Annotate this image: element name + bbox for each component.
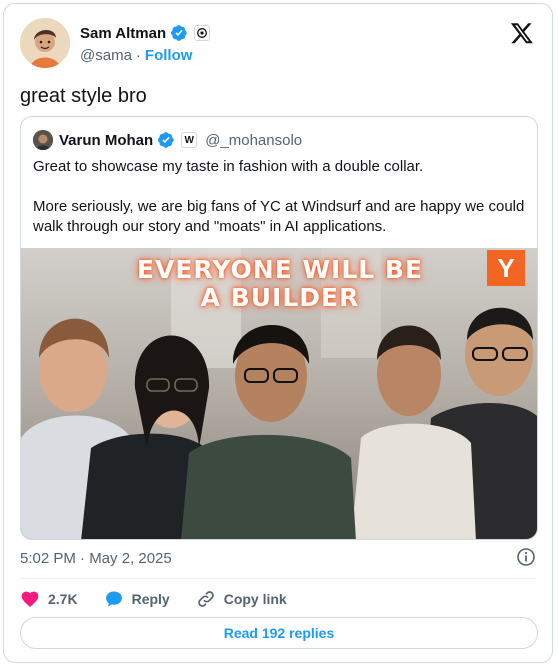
follow-button[interactable]: Follow: [145, 47, 193, 64]
media-headline-line: A BUILDER: [200, 283, 360, 312]
quoted-author-avatar[interactable]: [33, 130, 53, 150]
quoted-author-row: Varun Mohan W @_mohansolo: [59, 131, 302, 149]
quoted-tweet-text: Great to showcase my taste in fashion wi…: [33, 157, 527, 257]
divider: [20, 578, 536, 579]
author-handle[interactable]: @sama: [80, 47, 132, 64]
heart-icon: [21, 591, 39, 607]
separator-dot: ·: [135, 47, 141, 64]
windsurf-affiliate-icon[interactable]: W: [181, 132, 198, 148]
author-avatar[interactable]: [20, 18, 70, 68]
like-button[interactable]: 2.7K: [20, 589, 78, 609]
quoted-author-handle[interactable]: @_mohansolo: [205, 132, 302, 149]
x-logo-icon[interactable]: [510, 21, 534, 45]
copy-link-button[interactable]: Copy link: [196, 589, 287, 609]
author-handle-row: @sama · Follow: [80, 47, 192, 64]
openai-affiliate-icon[interactable]: [194, 25, 211, 41]
quoted-paragraph: More seriously, we are big fans of YC at…: [33, 198, 525, 235]
quoted-media-image[interactable]: EVERYONE WILL BE A BUILDER Y: [21, 248, 537, 539]
action-bar: 2.7K Reply Copy link: [20, 588, 313, 610]
reply-label: Reply: [131, 591, 170, 607]
tweet-timestamp[interactable]: 5:02 PM · May 2, 2025: [20, 550, 172, 567]
link-icon: [197, 591, 214, 607]
verified-badge-icon: [158, 132, 174, 148]
reply-button[interactable]: Reply: [104, 589, 170, 609]
reply-bubble-icon: [105, 591, 122, 607]
media-headline-line: EVERYONE WILL BE: [136, 255, 424, 284]
quoted-paragraph: Great to showcase my taste in fashion wi…: [33, 158, 424, 175]
info-icon[interactable]: [516, 547, 536, 567]
verified-badge-icon: [171, 25, 187, 41]
read-replies-button[interactable]: Read 192 replies: [20, 617, 538, 649]
author-name[interactable]: Sam Altman: [80, 25, 166, 42]
author-name-row[interactable]: Sam Altman: [80, 24, 211, 42]
media-headline: EVERYONE WILL BE A BUILDER: [21, 255, 537, 312]
tweet-text: great style bro: [20, 85, 147, 107]
tweet-card: Sam Altman @sama · Follow great style br…: [3, 3, 553, 663]
quoted-author-name[interactable]: Varun Mohan: [59, 132, 153, 149]
copy-link-label: Copy link: [223, 591, 287, 607]
yc-logo-icon: Y: [487, 250, 525, 286]
like-count: 2.7K: [48, 591, 78, 607]
quoted-tweet[interactable]: Varun Mohan W @_mohansolo Great to showc…: [20, 116, 538, 540]
